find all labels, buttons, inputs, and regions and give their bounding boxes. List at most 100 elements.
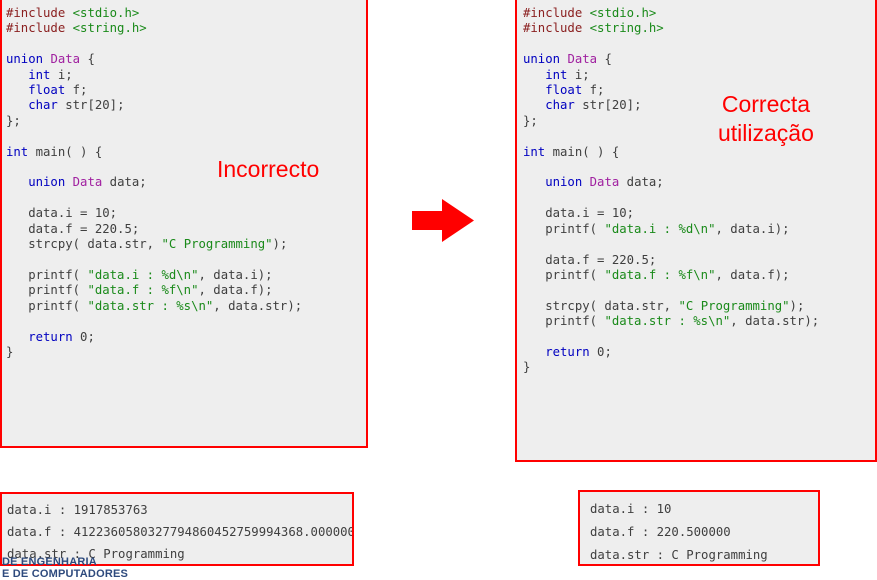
red-right-arrow-svg bbox=[412, 199, 474, 242]
incorrect-code-line bbox=[6, 37, 366, 52]
incorrect-code-token-pun: , data.f); bbox=[198, 283, 273, 298]
correct-output-line: data.str : C Programming bbox=[590, 548, 768, 562]
correct-code-token-pun: printf( bbox=[523, 314, 605, 329]
incorrect-code-line: #include <stdio.h> bbox=[6, 6, 366, 21]
incorrect-code-token-pun: ); bbox=[272, 237, 288, 252]
incorrect-code-line: data.f = 220.5; bbox=[6, 222, 366, 237]
correct-usage-label-line1: Correcta bbox=[721, 91, 811, 117]
incorrect-code-token-pun: main( ) { bbox=[28, 144, 103, 159]
incorrect-code-token-pun: printf( bbox=[6, 298, 88, 313]
correct-code-token-kw: int bbox=[523, 144, 546, 159]
incorrect-code-token-kw: float bbox=[28, 83, 66, 98]
correct-code-line: #include <stdio.h> bbox=[523, 6, 875, 21]
correct-code-token-pun: , data.f); bbox=[715, 267, 790, 282]
correct-usage-label: Correcta utilização bbox=[718, 90, 814, 148]
correct-code-line: int main( ) { bbox=[523, 145, 875, 160]
incorrect-code-token-pre: #include bbox=[6, 21, 73, 36]
correct-code-line bbox=[523, 129, 875, 144]
correct-code-line: printf( "data.i : %d\n", data.i); bbox=[523, 222, 875, 237]
incorrect-code-line: printf( "data.i : %d\n", data.i); bbox=[6, 268, 366, 283]
incorrect-code-line: data.i = 10; bbox=[6, 206, 366, 221]
institution-footer: DE ENGENHARIA E DE COMPUTADORES bbox=[2, 556, 128, 580]
incorrect-code-token-pun: }; bbox=[6, 113, 21, 128]
institution-footer-line2: E DE COMPUTADORES bbox=[2, 568, 129, 580]
incorrect-code-line: }; bbox=[6, 114, 366, 129]
incorrect-code-token-kw: union bbox=[28, 175, 66, 190]
correct-code-token-kw: return bbox=[545, 344, 590, 359]
institution-footer-line1: DE ENGENHARIA bbox=[2, 556, 97, 568]
incorrect-code-line: printf( "data.str : %s\n", data.str); bbox=[6, 299, 366, 314]
incorrect-code-token-pun bbox=[6, 68, 28, 82]
correct-code-line: float f; bbox=[523, 83, 875, 98]
correct-code-token-kw: int bbox=[545, 67, 568, 82]
incorrect-code-token-pun: , data.i); bbox=[198, 267, 273, 282]
correct-code-token-pre: #include bbox=[523, 6, 590, 20]
incorrect-code-line bbox=[6, 129, 366, 144]
incorrect-code-token-kw: return bbox=[28, 329, 73, 344]
incorrect-code-token-pun: i; bbox=[50, 67, 73, 82]
correct-code-token-str: "data.str : %s\n" bbox=[604, 314, 731, 329]
correct-code-line bbox=[523, 191, 875, 206]
incorrect-code-token-pun: } bbox=[6, 344, 14, 359]
correct-code-token-pun: strcpy( data.str, bbox=[523, 298, 679, 313]
correct-code-token-str: <string.h> bbox=[589, 21, 664, 36]
correct-code-token-pun: printf( bbox=[523, 221, 605, 236]
incorrect-code-token-pun: strcpy( data.str, bbox=[6, 237, 162, 252]
incorrect-code-line: return 0; bbox=[6, 330, 366, 345]
incorrect-code-line bbox=[6, 314, 366, 329]
correct-code-line: strcpy( data.str, "C Programming"); bbox=[523, 299, 875, 314]
incorrect-code-line: printf( "data.f : %f\n", data.f); bbox=[6, 283, 366, 298]
correct-code-token-pun: printf( bbox=[523, 267, 605, 282]
correct-code-line: data.f = 220.5; bbox=[523, 253, 875, 268]
correct-code-token-str: "C Programming" bbox=[678, 298, 790, 313]
correct-code-token-pun: main( ) { bbox=[545, 144, 620, 159]
correct-code-token-pun: }; bbox=[523, 113, 538, 128]
correct-code-token-kw: union bbox=[545, 175, 583, 190]
correct-code-panel: #include <stdio.h> #include <string.h> un… bbox=[515, 0, 877, 462]
correct-code-line: #include <string.h> bbox=[523, 21, 875, 36]
correct-code-line: char str[20]; bbox=[523, 98, 875, 113]
correct-code-token-pun: data; bbox=[619, 175, 664, 190]
incorrect-code-token-pun bbox=[6, 330, 28, 344]
correct-code-token-kw: float bbox=[545, 83, 583, 98]
correct-code-token-pun: data.i = 10; bbox=[523, 206, 635, 221]
correct-code-line bbox=[523, 160, 875, 175]
correct-code-line bbox=[523, 237, 875, 252]
correct-code-token-pun bbox=[582, 175, 589, 189]
incorrect-label: Incorrecto bbox=[217, 156, 320, 182]
incorrect-code-line: strcpy( data.str, "C Programming"); bbox=[6, 237, 366, 252]
incorrect-code-token-pun bbox=[65, 175, 72, 189]
incorrect-code-token-pun: printf( bbox=[6, 283, 88, 298]
incorrect-code-line: float f; bbox=[6, 83, 366, 98]
incorrect-code-token-pun: str[20]; bbox=[57, 98, 125, 113]
incorrect-code-token-kw: int bbox=[28, 67, 51, 82]
correct-code-line: return 0; bbox=[523, 345, 875, 360]
correct-output-line: data.i : 10 bbox=[590, 502, 672, 516]
correct-code-line: union Data data; bbox=[523, 175, 875, 190]
incorrect-code-token-kw: char bbox=[28, 98, 58, 113]
incorrect-code-token-pun: 0; bbox=[72, 329, 95, 344]
correct-code-token-str: "data.i : %d\n" bbox=[604, 221, 716, 236]
correct-code-token-pun: str[20]; bbox=[574, 98, 642, 113]
incorrect-code-line bbox=[6, 191, 366, 206]
incorrect-code-token-pun: data.f = 220.5; bbox=[6, 221, 140, 236]
incorrect-code-token-pun: { bbox=[80, 52, 95, 67]
correct-usage-label-line2: utilização bbox=[718, 120, 814, 146]
incorrect-code-panel: #include <stdio.h> #include <string.h> un… bbox=[0, 0, 368, 448]
incorrect-output-line: data.i : 1917853763 bbox=[7, 503, 148, 517]
correct-code-token-pun: i; bbox=[567, 67, 590, 82]
correct-code-token-pun: { bbox=[597, 52, 612, 67]
incorrect-code-token-str: "data.i : %d\n" bbox=[87, 267, 199, 282]
incorrect-code-token-str: "data.f : %f\n" bbox=[87, 283, 199, 298]
correct-code-token-pun bbox=[523, 175, 545, 189]
correct-code-line: printf( "data.str : %s\n", data.str); bbox=[523, 314, 875, 329]
correct-code-token-pun: f; bbox=[582, 83, 605, 98]
incorrect-code-token-pun: data.i = 10; bbox=[6, 206, 118, 221]
incorrect-output-panel: data.i : 1917853763 data.f : 412236058032… bbox=[0, 492, 354, 566]
incorrect-code-token-pun bbox=[6, 175, 28, 189]
correct-code-line: printf( "data.f : %f\n", data.f); bbox=[523, 268, 875, 283]
correct-code-token-str: <stdio.h> bbox=[589, 6, 657, 20]
incorrect-code-line: #include <string.h> bbox=[6, 21, 366, 36]
correct-output-line: data.f : 220.500000 bbox=[590, 525, 731, 539]
incorrect-code-token-pun bbox=[6, 98, 28, 112]
